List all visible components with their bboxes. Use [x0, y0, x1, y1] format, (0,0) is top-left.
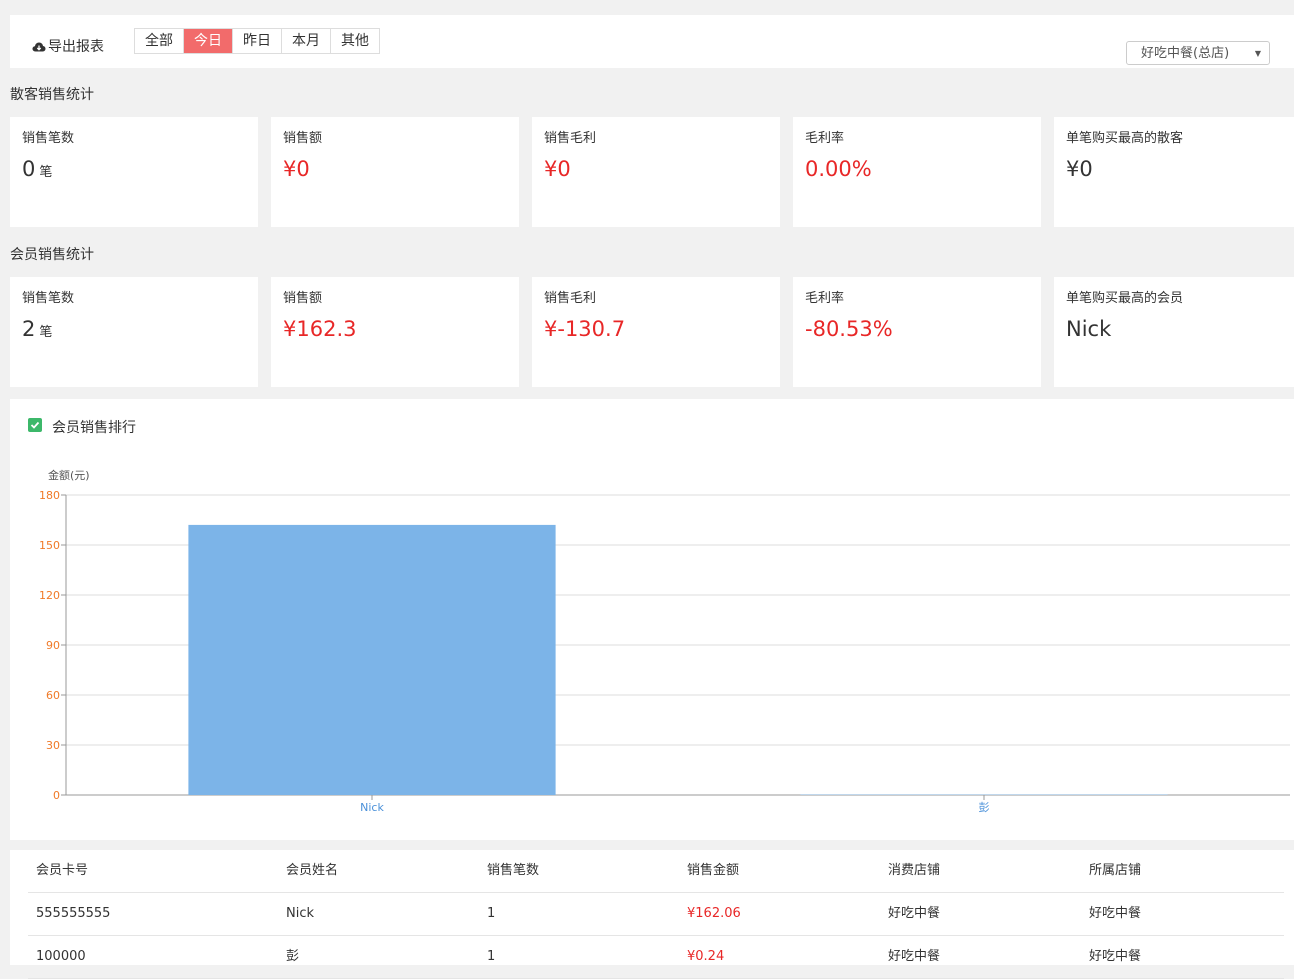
guest-card-count: 销售笔数 0笔 — [10, 117, 258, 227]
card-label: 销售额 — [283, 287, 322, 306]
cell-consume-store: 好吃中餐 — [888, 936, 940, 978]
card-value-unit: 笔 — [39, 325, 52, 340]
member-card-count: 销售笔数 2笔 — [10, 277, 258, 387]
card-value-number: 0 — [22, 157, 35, 181]
bar-1 — [188, 525, 555, 795]
header-card-no: 会员卡号 — [36, 850, 88, 892]
cell-home-store: 好吃中餐 — [1089, 893, 1141, 935]
card-value-unit: 笔 — [39, 165, 52, 180]
guest-section-title: 散客销售统计 — [10, 84, 94, 104]
member-ranking-table: 会员卡号 会员姓名 销售笔数 销售金额 消费店铺 所属店铺 555555555 … — [10, 850, 1294, 965]
header-home-store: 所属店铺 — [1089, 850, 1141, 892]
store-select[interactable]: 好吃中餐(总店) ▼ — [1126, 41, 1270, 65]
y-tick-label: 180 — [39, 489, 60, 502]
card-value: ¥162.3 — [283, 317, 356, 341]
card-label: 毛利率 — [805, 287, 844, 306]
card-value: Nick — [1066, 317, 1111, 341]
card-value: ¥0 — [1066, 157, 1093, 181]
guest-card-margin: 毛利率 0.00% — [793, 117, 1041, 227]
member-card-profit: 销售毛利 ¥-130.7 — [532, 277, 780, 387]
card-value-number: 2 — [22, 317, 35, 341]
header-sales-count: 销售笔数 — [487, 850, 539, 892]
guest-card-top-guest: 单笔购买最高的散客 ¥0 — [1054, 117, 1294, 227]
cell-sales-count: 1 — [487, 936, 495, 978]
table-header: 会员卡号 会员姓名 销售笔数 销售金额 消费店铺 所属店铺 — [28, 850, 1284, 893]
table-row[interactable]: 100000 彭 1 ¥0.24 好吃中餐 好吃中餐 — [28, 936, 1284, 979]
y-tick-label: 60 — [46, 689, 60, 702]
cell-sales-count: 1 — [487, 893, 495, 935]
card-label: 单笔购买最高的散客 — [1066, 127, 1183, 146]
card-value: 0.00% — [805, 157, 872, 181]
filter-today-button[interactable]: 今日 — [184, 29, 233, 53]
card-label: 销售额 — [283, 127, 322, 146]
filter-all-button[interactable]: 全部 — [135, 29, 184, 53]
card-label: 销售毛利 — [544, 127, 596, 146]
card-value: ¥0 — [544, 157, 571, 181]
cell-consume-store: 好吃中餐 — [888, 893, 940, 935]
y-tick-label: 150 — [39, 539, 60, 552]
cell-card-no: 100000 — [36, 936, 86, 978]
card-label: 销售笔数 — [22, 287, 74, 306]
date-filter-group: 全部 今日 昨日 本月 其他 — [134, 28, 380, 54]
y-tick-label: 90 — [46, 639, 60, 652]
member-section-title: 会员销售统计 — [10, 244, 94, 264]
member-card-sales: 销售额 ¥162.3 — [271, 277, 519, 387]
export-report-label: 导出报表 — [48, 39, 104, 55]
guest-card-sales: 销售额 ¥0 — [271, 117, 519, 227]
cell-card-no: 555555555 — [36, 893, 110, 935]
export-report-button[interactable]: 导出报表 — [32, 36, 104, 56]
card-value: 0笔 — [22, 157, 52, 181]
filter-other-button[interactable]: 其他 — [331, 29, 379, 53]
cell-member-name: Nick — [286, 893, 314, 935]
x-tick-label: Nick — [360, 801, 384, 814]
filter-month-button[interactable]: 本月 — [282, 29, 331, 53]
card-label: 销售笔数 — [22, 127, 74, 146]
y-tick-label: 120 — [39, 589, 60, 602]
member-sales-bar-chart: 金额(元) 0 30 60 90 120 150 180 Nick 彭 — [10, 399, 1294, 840]
dropdown-caret-icon: ▼ — [1255, 42, 1261, 66]
filter-yesterday-button[interactable]: 昨日 — [233, 29, 282, 53]
table-row[interactable]: 555555555 Nick 1 ¥162.06 好吃中餐 好吃中餐 — [28, 893, 1284, 936]
card-value: ¥-130.7 — [544, 317, 625, 341]
header-member-name: 会员姓名 — [286, 850, 338, 892]
member-card-margin: 毛利率 -80.53% — [793, 277, 1041, 387]
card-value: -80.53% — [805, 317, 893, 341]
toolbar: 导出报表 全部 今日 昨日 本月 其他 好吃中餐(总店) ▼ — [10, 15, 1294, 68]
cloud-download-icon — [32, 41, 46, 53]
card-label: 销售毛利 — [544, 287, 596, 306]
card-label: 毛利率 — [805, 127, 844, 146]
y-tick-label: 0 — [53, 789, 60, 802]
cell-member-name: 彭 — [286, 936, 299, 978]
header-consume-store: 消费店铺 — [888, 850, 940, 892]
member-card-top-member: 单笔购买最高的会员 Nick — [1054, 277, 1294, 387]
card-value: ¥0 — [283, 157, 310, 181]
card-label: 单笔购买最高的会员 — [1066, 287, 1183, 306]
guest-card-profit: 销售毛利 ¥0 — [532, 117, 780, 227]
store-select-value: 好吃中餐(总店) — [1141, 46, 1229, 61]
cell-sales-amount: ¥0.24 — [687, 936, 724, 978]
cell-home-store: 好吃中餐 — [1089, 936, 1141, 978]
card-value: 2笔 — [22, 317, 52, 341]
y-tick-label: 30 — [46, 739, 60, 752]
header-sales-amount: 销售金额 — [687, 850, 739, 892]
x-tick-label: 彭 — [979, 800, 990, 814]
y-axis-label: 金额(元) — [48, 468, 90, 482]
ranking-chart-panel: 会员销售排行 金额(元)0306090120150180Nick彭 — [10, 399, 1294, 840]
cell-sales-amount: ¥162.06 — [687, 893, 741, 935]
